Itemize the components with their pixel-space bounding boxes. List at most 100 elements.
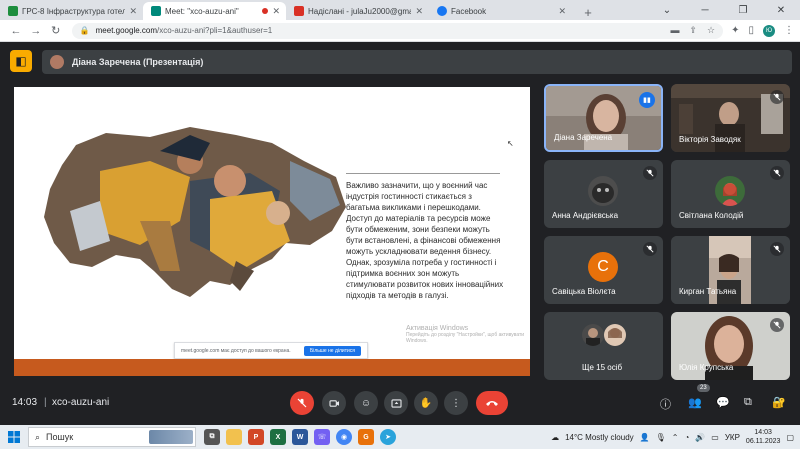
bookmark-star-icon[interactable]: ☆ [707, 25, 715, 36]
camera-icon [328, 399, 339, 407]
url-field[interactable]: 🔒 meet.google.com/xco-auzu-ani?pli=1&aut… [71, 22, 724, 39]
minimize-icon[interactable]: ─ [686, 5, 724, 16]
tab-favicon-icon [8, 6, 18, 16]
slide-divider [346, 173, 500, 174]
presentation-layout-icon[interactable]: ◧ [10, 50, 32, 72]
facebook-favicon-icon [437, 6, 447, 16]
side-panel-icon[interactable]: ▯ [748, 25, 754, 36]
browser-tab[interactable]: ГРС-8 Інфраструктура готельн ✕ [0, 2, 143, 20]
tray-mic-icon[interactable]: 🎙 [656, 433, 666, 442]
tray-people-icon[interactable]: 👤 [640, 433, 650, 442]
forward-icon[interactable]: → [26, 25, 46, 37]
maximize-icon[interactable]: ❐ [724, 5, 762, 16]
present-screen-button[interactable] [384, 391, 408, 415]
tray-expand-icon[interactable]: ⌃ [672, 433, 679, 442]
battery-icon[interactable]: ▭ [711, 433, 719, 442]
participant-tile[interactable]: Юлія Крупська [671, 312, 790, 380]
emoji-reaction-button[interactable]: ☺ [354, 391, 378, 415]
more-participants-tile[interactable]: Ще 15 осіб [544, 312, 663, 380]
new-tab-button[interactable]: + [578, 5, 598, 20]
participant-tile[interactable]: Вікторія Заводяк [671, 84, 790, 152]
tab-label: ГРС-8 Інфраструктура готельн [22, 6, 126, 16]
reload-icon[interactable]: ↻ [46, 24, 66, 37]
screen-share-text: meet.google.com має доступ до вашого екр… [181, 347, 291, 354]
raise-hand-button[interactable]: ✋ [414, 391, 438, 415]
close-tab-icon[interactable]: ✕ [415, 6, 423, 17]
activation-subtitle: Перейдіть до розділу "Настройки", щоб ак… [406, 332, 525, 344]
mouse-cursor-icon: ↖ [507, 139, 514, 148]
close-tab-icon[interactable]: ✕ [558, 6, 566, 17]
ukraine-map-photo [44, 127, 346, 297]
presenter-avatar [50, 55, 64, 69]
participant-name: Вікторія Заводяк [679, 135, 741, 144]
chrome-icon[interactable]: ◉ [336, 429, 352, 445]
back-icon[interactable]: ← [6, 25, 26, 37]
participant-avatar [588, 176, 618, 206]
camera-toggle-button[interactable] [322, 391, 346, 415]
tab-label: Facebook [451, 6, 487, 16]
language-indicator[interactable]: УКР [725, 433, 740, 442]
mic-off-icon [770, 166, 784, 180]
participant-avatar [604, 324, 626, 346]
participant-tile[interactable]: Кирган Татьяна [671, 236, 790, 304]
address-bar-row: ← → ↻ 🔒 meet.google.com/xco-auzu-ani?pli… [0, 20, 800, 42]
profile-avatar[interactable]: Ю [763, 24, 775, 37]
word-icon[interactable]: W [292, 429, 308, 445]
windows-start-icon[interactable] [0, 431, 28, 443]
file-explorer-icon[interactable] [226, 429, 242, 445]
close-tab-icon[interactable]: ✕ [272, 6, 280, 17]
browser-tab[interactable]: Facebook ✕ [429, 2, 572, 20]
info-icon[interactable]: ⓘ [660, 396, 671, 412]
chat-icon[interactable]: 💬 [716, 396, 730, 409]
browser-menu-icon[interactable]: ⋮ [784, 25, 794, 36]
system-clock[interactable]: 14:03 06.11.2023 [746, 428, 781, 446]
camera-permission-icon[interactable]: ▬ [670, 25, 679, 36]
more-participants-label: Ще 15 осіб [582, 363, 623, 372]
mic-off-icon [643, 242, 657, 256]
excel-icon[interactable]: X [270, 429, 286, 445]
tab-search-icon[interactable]: ⌄ [648, 5, 686, 16]
participant-tile[interactable]: ▮▮ Діана Заречена [544, 84, 663, 152]
stop-sharing-button[interactable]: Більше не ділитися [303, 345, 361, 356]
wifi-icon[interactable]: ◔ [684, 433, 689, 442]
participant-tile[interactable]: С Савіцька Віолєта [544, 236, 663, 304]
close-window-icon[interactable]: ✕ [762, 5, 800, 16]
share-icon[interactable]: ⇪ [689, 25, 697, 36]
present-icon [390, 398, 402, 408]
meeting-code: xco-auzu-ani [52, 397, 110, 408]
weather-text[interactable]: 14°C Mostly cloudy [565, 433, 634, 442]
telegram-icon[interactable]: ➤ [380, 429, 396, 445]
lock-icon[interactable]: 🔒 [80, 26, 90, 35]
presenter-title: Діана Заречена (Презентація) [72, 57, 204, 67]
participant-name: Савіцька Віолєта [552, 287, 616, 296]
people-count-badge: 23 [697, 384, 710, 392]
more-options-button[interactable]: ⋮ [444, 391, 468, 415]
task-view-icon[interactable]: ⧉ [204, 429, 220, 445]
app-orange-icon[interactable]: G [358, 429, 374, 445]
participant-avatar [582, 324, 604, 346]
taskbar-search[interactable]: ⌕ Пошук [28, 427, 196, 447]
activities-icon[interactable]: ⧉ [744, 396, 752, 409]
hand-icon: ✋ [419, 397, 433, 409]
browser-tab[interactable]: Надіслані - julaJu2000@gmail.c ✕ [286, 2, 429, 20]
volume-icon[interactable]: 🔊 [695, 433, 705, 442]
clock-time: 14:03 [754, 429, 772, 436]
windows-activation-watermark: Активація Windows Перейдіть до розділу "… [406, 325, 530, 344]
powerpoint-icon[interactable]: P [248, 429, 264, 445]
close-tab-icon[interactable]: ✕ [129, 6, 137, 17]
viber-icon[interactable]: ☏ [314, 429, 330, 445]
extensions-icon[interactable]: ✦ [731, 25, 739, 36]
mic-toggle-button[interactable] [290, 391, 314, 415]
participant-tile[interactable]: Світлана Колодій [671, 160, 790, 228]
host-controls-icon[interactable]: 🔐 [772, 396, 786, 409]
separator: | [44, 397, 47, 408]
notifications-icon[interactable]: ▢ [786, 433, 794, 442]
search-highlight-image [149, 430, 193, 444]
meet-favicon-icon [151, 6, 161, 16]
leave-call-button[interactable] [476, 391, 508, 415]
people-icon[interactable]: 👥 [688, 396, 702, 409]
participant-tile[interactable]: Анна Андрієвська [544, 160, 663, 228]
search-icon: ⌕ [35, 431, 41, 442]
windows-taskbar: ⌕ Пошук ⧉ P X W ☏ ◉ G ➤ ☁ 14°C Mostly cl… [0, 425, 800, 449]
browser-tab-active[interactable]: Meet: "xco-auzu-ani" ✕ [143, 2, 286, 20]
